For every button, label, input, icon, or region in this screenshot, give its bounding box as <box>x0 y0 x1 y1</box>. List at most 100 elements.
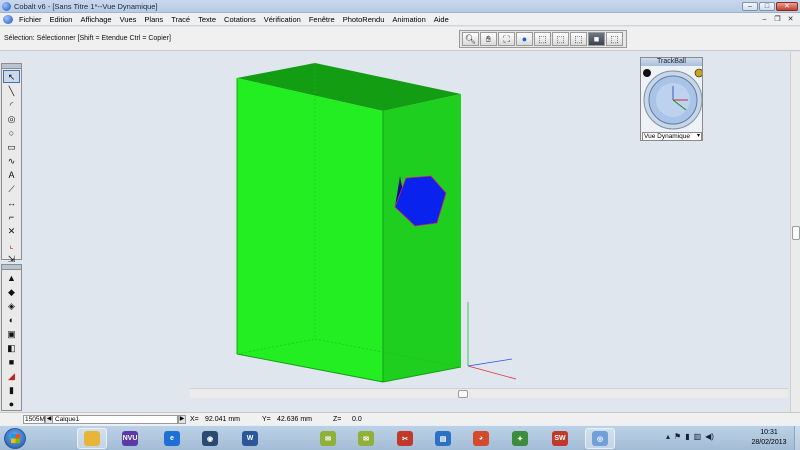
horizontal-scrollbar[interactable] <box>190 388 788 398</box>
clock[interactable]: 10:31 28/02/2013 <box>745 428 793 448</box>
start-button[interactable] <box>4 428 26 449</box>
menu-aide[interactable]: Aide <box>430 15 453 24</box>
show-desktop-button[interactable] <box>794 426 800 450</box>
extend-icon[interactable]: ✕ <box>3 224 20 237</box>
circle-center-icon[interactable]: ◎ <box>3 112 20 125</box>
zoom-level[interactable]: 1505M <box>23 415 45 424</box>
doc-restore-button[interactable]: ❐ <box>772 15 783 24</box>
toolbar-grip[interactable] <box>2 265 21 270</box>
menu-cotations[interactable]: Cotations <box>220 15 260 24</box>
doc-minimize-button[interactable]: – <box>759 15 770 24</box>
taskbar-app-remote-desktop[interactable]: ▤ <box>428 428 458 449</box>
menu-affichage[interactable]: Affichage <box>76 15 115 24</box>
menu-photorendu[interactable]: PhotoRendu <box>339 15 389 24</box>
chamfer-icon[interactable]: ◢ <box>3 369 20 382</box>
revolve-icon[interactable]: ◐ <box>3 313 20 326</box>
menu-verification[interactable]: Vérification <box>260 15 305 24</box>
taskbar-app-chat[interactable]: ✉ <box>313 428 343 449</box>
taskbar-app-internet-explorer[interactable]: e <box>157 428 187 449</box>
menu-edition[interactable]: Edition <box>46 15 77 24</box>
walk-icon[interactable]: ⛶ <box>498 32 515 46</box>
taskbar-app-tools[interactable]: ✂ <box>390 428 420 449</box>
box-front-face[interactable] <box>237 78 383 382</box>
flag-icon[interactable]: ⚑ <box>674 432 681 441</box>
menu-texte[interactable]: Texte <box>194 15 220 24</box>
rectangle-icon[interactable]: ▭ <box>3 140 20 153</box>
window-controls: – □ ✕ <box>741 1 798 11</box>
box-icon[interactable]: ■ <box>3 355 20 368</box>
menu-plans[interactable]: Plans <box>140 15 167 24</box>
circle-icon[interactable]: ○ <box>3 126 20 139</box>
box-side-face[interactable] <box>383 94 461 382</box>
menu-fichier[interactable]: Fichier <box>15 15 46 24</box>
text-icon[interactable]: A <box>3 168 20 181</box>
cube-top-icon[interactable]: ⬚ <box>570 32 587 46</box>
taskbar-app-chat-2[interactable]: ✉ <box>351 428 381 449</box>
horizontal-scroll-thumb[interactable] <box>458 390 468 398</box>
menu-fenetre[interactable]: Fenêtre <box>305 15 339 24</box>
spline-icon[interactable]: ∿ <box>3 154 20 167</box>
media-icon: ◉ <box>202 431 218 446</box>
taskbar-app-media[interactable]: ◉ <box>195 428 225 449</box>
toolbar-grip[interactable] <box>2 64 21 69</box>
menu-trace[interactable]: Tracé <box>167 15 194 24</box>
menu-vues[interactable]: Vues <box>116 15 141 24</box>
fillet-icon[interactable]: ⌞ <box>3 238 20 251</box>
close-button[interactable]: ✕ <box>776 1 798 11</box>
layer-prev-button[interactable]: ◀ <box>45 415 53 424</box>
battery-icon[interactable]: ▮ <box>685 432 689 441</box>
remote-desktop-icon: ▤ <box>435 431 451 446</box>
doc-close-button[interactable]: ✕ <box>785 15 796 24</box>
dimension-icon[interactable]: ⟋ <box>3 182 20 195</box>
layer-next-button[interactable]: ▶ <box>178 415 186 424</box>
boolean-icon[interactable]: ◧ <box>3 341 20 354</box>
taskbar-app-network[interactable]: ✦ <box>505 428 535 449</box>
draw-toolbar: ↖ ╲ ◜ ◎ ○ ▭ ∿ A ⟋ ↔ ⌐ ✕ ⌞ ⇲ <box>1 63 22 264</box>
taskbar-app-chrome[interactable]: ◕ <box>466 428 496 449</box>
vertical-scroll-thumb[interactable] <box>792 226 800 240</box>
trim-icon[interactable]: ⌐ <box>3 210 20 223</box>
y-label: Y= <box>262 416 271 423</box>
pan-hand-icon[interactable]: ✋︎ <box>480 32 497 46</box>
extrude-icon[interactable]: ▲ <box>3 271 20 284</box>
network-icon[interactable]: ▥ <box>694 432 702 441</box>
cube-iso-icon[interactable]: ⬚ <box>606 32 623 46</box>
taskbar-app-solidworks[interactable]: SW <box>545 428 575 449</box>
measure-icon[interactable]: ↔ <box>3 196 20 209</box>
cube-shaded-icon[interactable]: ■ <box>588 32 605 46</box>
menu-animation[interactable]: Animation <box>388 15 429 24</box>
taskbar-app-word[interactable]: W <box>235 428 265 449</box>
trackball-dial[interactable] <box>642 67 702 131</box>
cylinder-icon[interactable]: ▮ <box>3 383 20 396</box>
status-bar: 1505M Calque1 ▶ ◀ X= 92.041 mm Y= 42.636… <box>0 412 800 425</box>
view-mode-select[interactable]: Vue Dynamique ▾ <box>642 132 702 141</box>
sweep-icon[interactable]: ◆ <box>3 285 20 298</box>
tray-expand-icon[interactable]: ▴ <box>666 432 670 441</box>
app-logo-icon <box>2 1 11 11</box>
sphere-icon[interactable]: ● <box>3 397 20 410</box>
taskbar-app-cobalt[interactable]: ◎ <box>585 428 615 449</box>
zoom-icon[interactable]: 🔍︎ <box>462 32 479 46</box>
shell-icon[interactable]: ▣ <box>3 327 20 340</box>
z-axis <box>467 358 513 367</box>
volume-icon[interactable]: ◀) <box>705 432 714 441</box>
solid-toolbar: ▲ ◆ ◈ ◐ ▣ ◧ ■ ◢ ▮ ● <box>1 264 22 411</box>
document-icon[interactable] <box>3 14 13 24</box>
vertical-scrollbar[interactable] <box>790 52 800 412</box>
arc-icon[interactable]: ◜ <box>3 98 20 111</box>
cube-front-icon[interactable]: ⬚ <box>534 32 551 46</box>
taskbar-app-nvu[interactable]: NVU <box>115 428 145 449</box>
trackball-title[interactable]: TrackBall <box>641 58 702 66</box>
cube-side-icon[interactable]: ⬚ <box>552 32 569 46</box>
loft-icon[interactable]: ◈ <box>3 299 20 312</box>
maximize-button[interactable]: □ <box>759 1 775 11</box>
taskbar-app-explorer[interactable] <box>77 428 107 449</box>
explorer-icon <box>84 431 100 446</box>
globe-icon[interactable]: ● <box>516 32 533 46</box>
trackball-panel: TrackBall Vue Dynamique ▾ <box>640 57 703 141</box>
minimize-button[interactable]: – <box>742 1 758 11</box>
select-arrow-icon[interactable]: ↖ <box>3 70 20 83</box>
y-coordinate: 42.636 mm <box>277 416 313 423</box>
line-icon[interactable]: ╲ <box>3 84 20 97</box>
layer-select[interactable]: Calque1 <box>52 415 178 424</box>
